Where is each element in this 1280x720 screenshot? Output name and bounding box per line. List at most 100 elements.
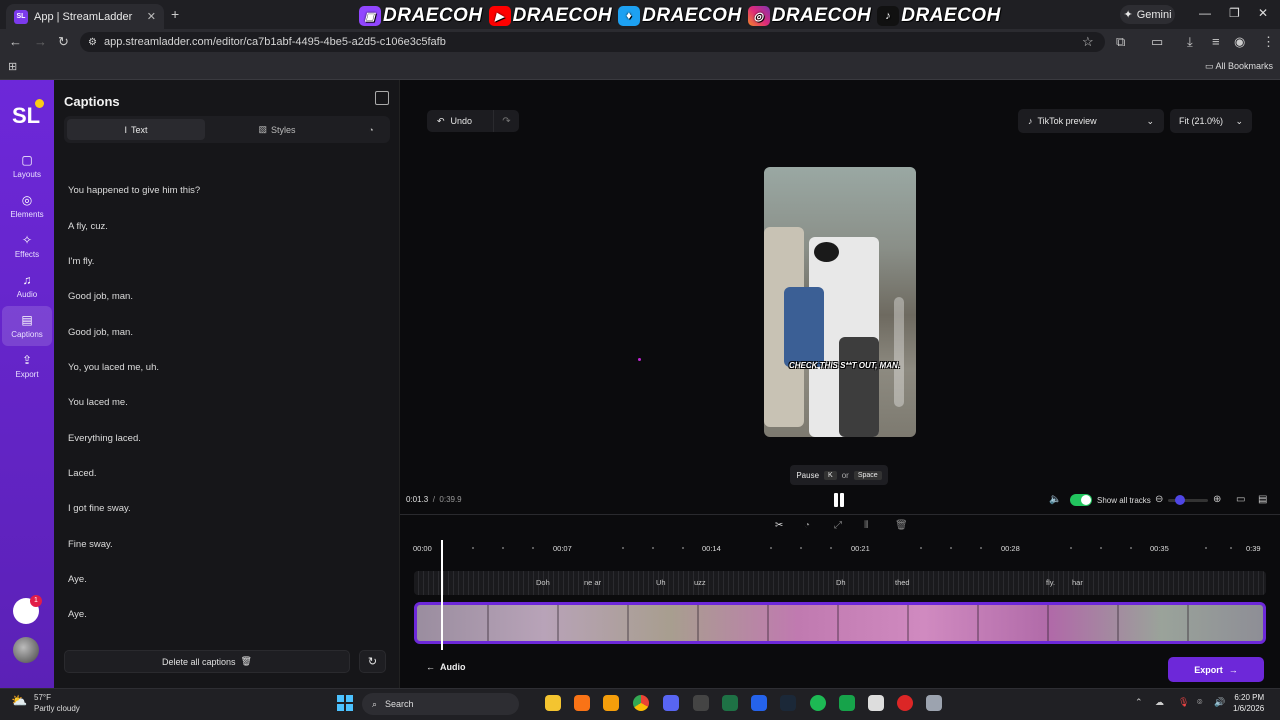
profile-avatar[interactable]: ◉ — [1234, 34, 1245, 50]
show-all-tracks-toggle[interactable] — [1070, 494, 1092, 506]
split-icon[interactable]: ✂ — [775, 520, 783, 531]
menu-kebab-icon[interactable]: ⋮ — [1262, 34, 1275, 50]
rail-item-layouts[interactable]: ▢ Layouts — [2, 148, 52, 184]
rail-item-captions[interactable]: ▤ Captions — [2, 306, 52, 346]
caption-item[interactable]: Aye. — [68, 574, 87, 585]
rail-item-audio[interactable]: ♫ Audio — [2, 268, 52, 304]
zoom-slider-handle[interactable] — [1175, 495, 1185, 505]
zoom-in-icon[interactable]: ⊕ — [1213, 494, 1221, 505]
caption-item[interactable]: Aye. — [68, 609, 87, 620]
captions-toggle-icon[interactable]: ▭ — [1236, 494, 1245, 505]
download-icon[interactable]: ⤓ — [1187, 34, 1193, 50]
caption-item[interactable]: A fly, cuz. — [68, 221, 108, 232]
caption-chunk[interactable]: Dh — [836, 578, 846, 587]
fullscreen-icon[interactable]: ⤢ — [834, 520, 842, 531]
caption-item[interactable]: Good job, man. — [68, 291, 133, 302]
rail-item-export[interactable]: ⇪ Export — [2, 348, 52, 384]
all-bookmarks-button[interactable]: ▭ All Bookmarks — [1205, 61, 1273, 72]
caption-item[interactable]: Fine sway. — [68, 539, 113, 550]
maximize-icon[interactable]: ❐ — [1229, 6, 1240, 20]
app-icon[interactable] — [693, 695, 709, 711]
caption-chunk[interactable]: Uh — [656, 578, 666, 587]
app-icon[interactable] — [574, 695, 590, 711]
rail-item-effects[interactable]: ✧ Effects — [2, 228, 52, 264]
video-track[interactable] — [414, 602, 1266, 644]
pause-button[interactable] — [834, 493, 846, 507]
split-audio-icon[interactable]: ⦀ — [864, 520, 868, 531]
zoom-slider[interactable] — [1168, 499, 1208, 502]
app-icon[interactable] — [839, 695, 855, 711]
onedrive-icon[interactable]: ☁ — [1155, 697, 1164, 708]
tab-styles[interactable]: ▧ Styles — [208, 119, 346, 140]
caption-chunk[interactable]: ne ar — [584, 578, 601, 587]
discord-icon[interactable] — [663, 695, 679, 711]
caption-item[interactable]: Yo, you laced me, uh. — [68, 362, 159, 373]
caption-chunk[interactable]: fly. — [1046, 578, 1055, 587]
app-icon[interactable] — [603, 695, 619, 711]
chevron-down-icon: ⌄ — [1146, 115, 1154, 126]
caption-item[interactable]: I'm fly. — [68, 256, 94, 267]
caption-item[interactable]: You laced me. — [68, 397, 128, 408]
network-icon[interactable]: ⌾ — [1197, 697, 1202, 708]
layout-toggle-icon[interactable]: ▤ — [1258, 494, 1267, 505]
windows-start-icon[interactable] — [337, 695, 353, 711]
steam-icon[interactable] — [780, 695, 796, 711]
forward-icon[interactable]: → — [34, 34, 47, 49]
caption-item[interactable]: I got fine sway. — [68, 503, 131, 514]
tab-text[interactable]: I Text — [67, 119, 205, 140]
cast-icon[interactable]: ▭ — [1151, 34, 1163, 50]
minimize-icon[interactable]: — — [1199, 6, 1211, 20]
delete-clip-icon[interactable]: 🗑 — [895, 520, 908, 531]
playlist-icon[interactable]: ≡ — [1212, 34, 1220, 49]
mic-icon[interactable]: 🎙 — [1178, 697, 1189, 708]
zoom-out-icon[interactable]: ⊖ — [1155, 494, 1163, 505]
app-icon[interactable] — [868, 695, 884, 711]
caption-item[interactable]: Everything laced. — [68, 433, 141, 444]
file-explorer-icon[interactable] — [545, 695, 561, 711]
caption-chunk[interactable]: Doh — [536, 578, 550, 587]
tray-chevron-icon[interactable]: ⌃ — [1135, 697, 1143, 708]
preview-select[interactable]: ♪ TikTok preview ⌄ — [1018, 109, 1164, 133]
app-icon[interactable] — [751, 695, 767, 711]
bookmark-star-icon[interactable]: ☆ — [1082, 34, 1094, 50]
reload-icon[interactable]: ↻ — [58, 34, 69, 50]
caption-item[interactable]: You happened to give him this? — [68, 185, 200, 196]
redo-button[interactable]: ↷ — [493, 110, 519, 132]
chrome-icon[interactable] — [633, 695, 649, 711]
reset-captions-button[interactable]: ↻ — [359, 650, 386, 673]
user-avatar[interactable] — [13, 637, 39, 663]
new-tab-icon[interactable]: + — [171, 6, 179, 22]
taskbar-search[interactable]: ⌕ Search — [362, 693, 519, 715]
spotify-icon[interactable] — [810, 695, 826, 711]
browser-tab[interactable]: SL App | StreamLadder ✕ — [6, 4, 164, 29]
site-info-icon[interactable]: ⚙ — [88, 37, 97, 48]
palette-tool-icon[interactable]: ◔ — [804, 520, 810, 531]
url-bar[interactable]: ⚙ app.streamladder.com/editor/ca7b1abf-4… — [80, 32, 1105, 52]
app-icon[interactable] — [926, 695, 942, 711]
volume-icon[interactable]: 🔈 — [1049, 494, 1061, 505]
palette-button[interactable]: ◔ — [357, 119, 385, 140]
close-window-icon[interactable]: ✕ — [1258, 6, 1268, 20]
gemini-button[interactable]: ✦ Gemini — [1120, 5, 1175, 24]
back-icon[interactable]: ← — [9, 34, 22, 49]
delete-all-captions-button[interactable]: Delete all captions 🗑 — [64, 650, 350, 673]
app-icon[interactable] — [722, 695, 738, 711]
fit-select[interactable]: Fit (21.0%) ⌄ — [1170, 109, 1252, 133]
taskbar-clock[interactable]: 6:20 PM 1/6/2026 — [1233, 692, 1264, 714]
video-preview[interactable] — [764, 167, 916, 437]
apps-grid-icon[interactable]: ⊞ — [8, 60, 17, 73]
app-icon[interactable] — [897, 695, 913, 711]
extensions-icon[interactable]: ⧉ — [1116, 34, 1125, 50]
speaker-icon[interactable]: 🔊 — [1214, 697, 1225, 708]
caption-chunk[interactable]: uzz — [694, 578, 706, 587]
caption-item[interactable]: Laced. — [68, 468, 97, 479]
collapse-panel-icon[interactable] — [375, 91, 389, 105]
export-button[interactable]: Export → — [1168, 657, 1264, 682]
audio-button[interactable]: ← Audio — [426, 662, 466, 672]
playhead[interactable] — [441, 540, 443, 650]
caption-chunk[interactable]: thed — [895, 578, 910, 587]
caption-chunk[interactable]: har — [1072, 578, 1083, 587]
caption-item[interactable]: Good job, man. — [68, 327, 133, 338]
close-tab-icon[interactable]: ✕ — [147, 10, 156, 23]
rail-item-elements[interactable]: ◎ Elements — [2, 188, 52, 224]
